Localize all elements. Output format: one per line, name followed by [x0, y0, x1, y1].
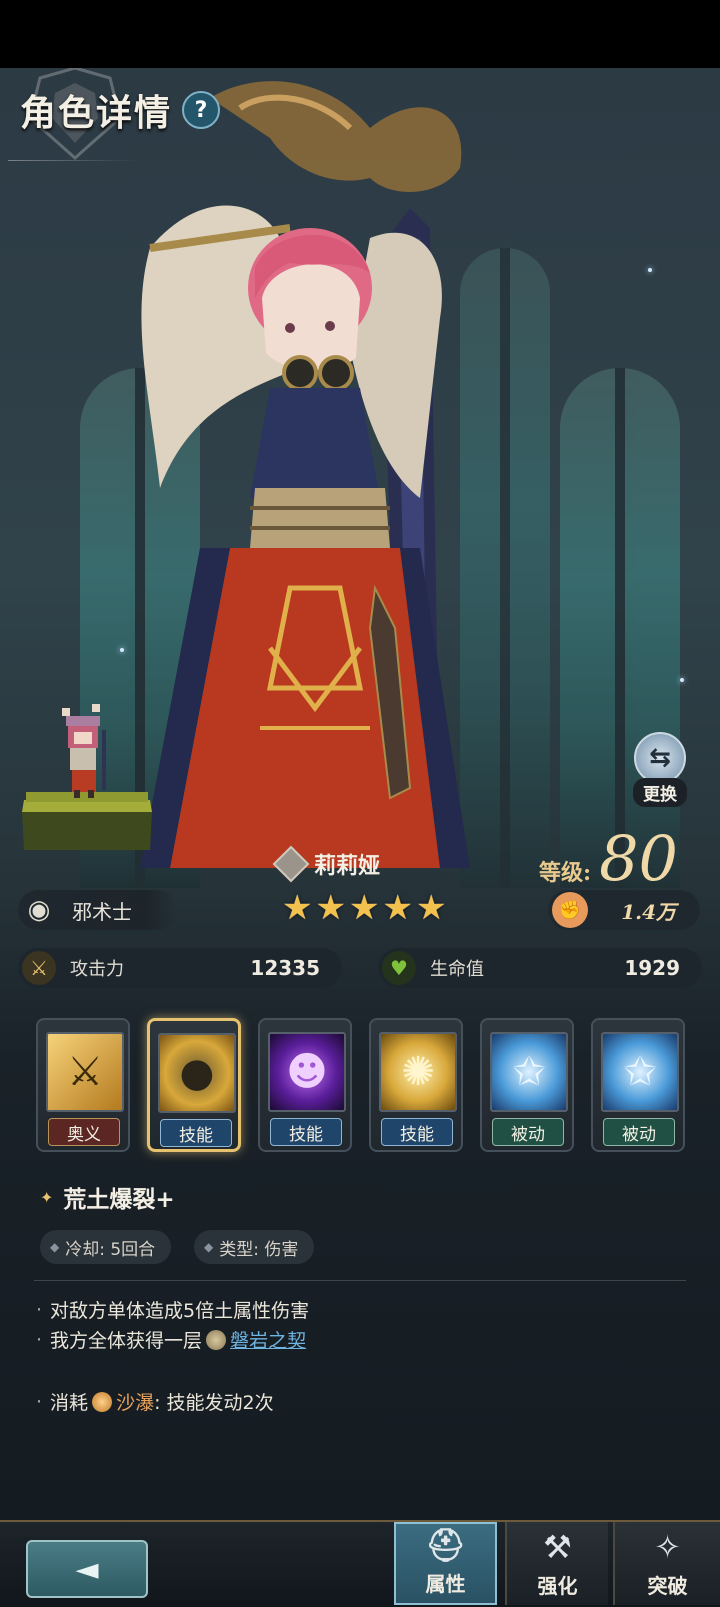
tab-label: 属性 — [425, 1572, 466, 1596]
tab-label: 强化 — [537, 1574, 578, 1598]
buff-link[interactable]: 磐岩之契 — [230, 1326, 306, 1353]
help-icon[interactable]: ? — [182, 91, 221, 129]
skill-tag: 技能 — [381, 1118, 453, 1146]
skill-tag: 被动 — [492, 1118, 564, 1146]
eye-sigil-icon: ◉ — [27, 895, 51, 925]
cooldown-text: 冷却: 5回合 — [65, 1239, 156, 1260]
sparkle-icon: ✦ — [40, 1187, 54, 1207]
tab-attributes[interactable]: ⛑ 属性 — [394, 1522, 497, 1605]
golden-burst-icon: ✺ — [379, 1032, 457, 1112]
combat-power-value: 1.4万 — [621, 899, 676, 924]
hp-label: 生命值 — [430, 959, 484, 980]
level-value: 80 — [599, 822, 678, 895]
effect-line-3: · 消耗 沙瀑 : 技能发动2次 — [36, 1388, 274, 1415]
attack-label: 攻击力 — [70, 959, 124, 980]
back-button[interactable]: ◄ — [26, 1540, 148, 1598]
diamond-bullet-icon: ◆ — [204, 1240, 214, 1254]
fist-icon: ✊ — [552, 892, 588, 928]
anvil-icon: ⚒ — [543, 1528, 572, 1566]
cooldown-chip: ◆ 冷却: 5回合 — [40, 1230, 172, 1264]
star-icon: ★ — [415, 888, 447, 928]
purple-spirit-icon: ☻ — [268, 1032, 346, 1112]
star-icon: ★ — [382, 888, 413, 928]
rock-pact-icon — [206, 1329, 227, 1350]
swap-arrows-icon: ⇆ — [634, 732, 686, 784]
skill-slot-ultimate[interactable]: ⚔ 奥义 — [36, 1018, 130, 1152]
skill-tag: 技能 — [160, 1119, 232, 1147]
blue-star-icon: ✩ — [490, 1032, 568, 1112]
crossed-swords-icon: ⚔ — [22, 951, 56, 985]
helmet-icon: ⛑ — [425, 1526, 466, 1564]
back-arrow-icon: ◄ — [75, 1551, 99, 1587]
attack-value: 12335 — [250, 956, 320, 980]
bullet-dot: · — [36, 1328, 43, 1351]
skill-slot-selected[interactable]: ● 技能 — [147, 1018, 241, 1152]
type-chip: ◆ 类型: 伤害 — [194, 1230, 315, 1264]
boulder-burst-icon: ● — [158, 1033, 236, 1113]
tab-label: 突破 — [647, 1574, 688, 1598]
hp-value: 1929 — [624, 956, 680, 980]
swap-label: 更换 — [633, 778, 687, 807]
combat-power-badge: ✊ 1.4万 — [548, 890, 700, 930]
skill-tag: 奥义 — [48, 1118, 120, 1146]
header-divider — [8, 160, 138, 161]
hp-stat: ♥ 生命值 1929 — [378, 948, 702, 988]
skill-tag: 技能 — [270, 1118, 342, 1146]
shatter-star-icon: ✧ — [654, 1528, 681, 1566]
effect-text: : 技能发动2次 — [154, 1392, 274, 1414]
effect-text: 消耗 — [50, 1392, 89, 1414]
crossed-swords-icon: ⚔ — [46, 1032, 124, 1112]
effect-text: 对敌方单体造成5倍土属性伤害 — [50, 1300, 310, 1322]
page-header: 角色详情 ? — [20, 84, 221, 136]
diamond-bullet-icon: ◆ — [50, 1240, 60, 1254]
effect-line-1: · 对敌方单体造成5倍土属性伤害 — [36, 1296, 309, 1323]
swap-button[interactable]: ⇆ 更换 — [624, 732, 696, 807]
class-name: 邪术士 — [72, 899, 132, 924]
attack-stat: ⚔ 攻击力 12335 — [18, 948, 342, 988]
class-badge: ◉ 邪术士 — [18, 890, 178, 930]
effect-line-2: · 我方全体获得一层 磐岩之契 — [36, 1326, 306, 1353]
level-label: 等级: — [538, 860, 592, 886]
element-diamond-icon — [272, 845, 310, 883]
skill-title: ✦ 荒土爆裂+ — [40, 1180, 175, 1214]
type-text: 类型: 伤害 — [219, 1239, 299, 1260]
skill-list: ⚔ 奥义 ● 技能 ☻ 技能 ✺ 技能 ✩ 被动 ✩ 被动 — [36, 1018, 685, 1152]
skill-slot[interactable]: ✩ 被动 — [591, 1018, 685, 1152]
tab-breakthrough[interactable]: ✧ 突破 — [613, 1522, 720, 1605]
skill-tag: 被动 — [603, 1118, 675, 1146]
page-title: 角色详情 — [20, 93, 173, 134]
effect-text: 我方全体获得一层 — [50, 1330, 203, 1352]
blue-star-icon: ✩ — [601, 1032, 679, 1112]
skill-slot[interactable]: ☻ 技能 — [258, 1018, 352, 1152]
skill-name: 荒土爆裂+ — [63, 1187, 175, 1213]
star-icon: ★ — [315, 888, 346, 928]
star-rating: ★ ★ ★ ★ ★ — [282, 888, 446, 928]
tab-enhance[interactable]: ⚒ 强化 — [505, 1522, 608, 1605]
character-name-row: 莉莉娅 — [272, 845, 381, 883]
detail-divider — [34, 1280, 686, 1281]
skill-slot[interactable]: ✩ 被动 — [480, 1018, 574, 1152]
heart-icon: ♥ — [382, 951, 416, 985]
character-sprite — [22, 704, 152, 850]
resource-name: 沙瀑 — [116, 1392, 155, 1414]
star-icon: ★ — [348, 888, 380, 928]
status-bar — [0, 0, 720, 68]
bullet-dot: · — [36, 1390, 43, 1413]
sandfall-icon — [92, 1391, 113, 1412]
character-name: 莉莉娅 — [314, 854, 381, 879]
bullet-dot: · — [36, 1298, 43, 1321]
star-icon: ★ — [282, 888, 313, 928]
skill-slot[interactable]: ✺ 技能 — [369, 1018, 463, 1152]
level-display: 等级: 80 — [539, 822, 678, 895]
